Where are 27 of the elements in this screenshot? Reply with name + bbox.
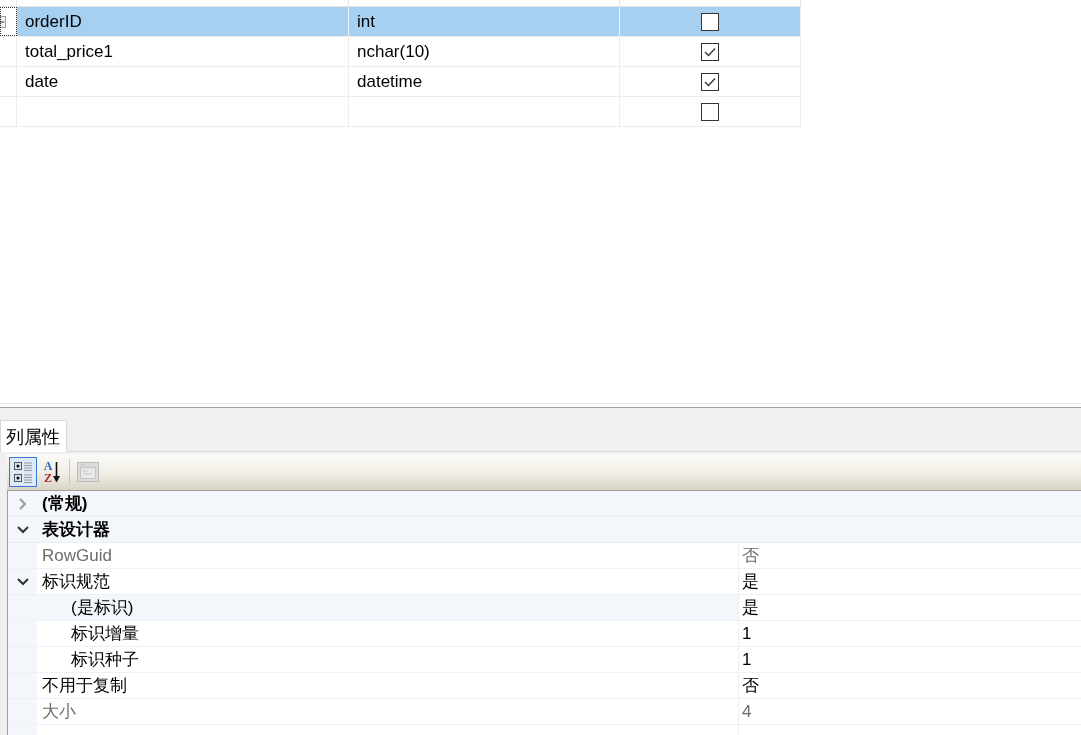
row-marker-icon: [0, 15, 6, 28]
table-row[interactable]: total_price1 nchar(10): [0, 37, 801, 67]
checkbox[interactable]: [701, 12, 719, 31]
table-cell: int: [357, 11, 375, 32]
checkbox[interactable]: [701, 72, 719, 91]
table-row[interactable]: orderID int: [0, 7, 801, 37]
category-name: (常规): [41, 493, 88, 515]
categorized-view-button[interactable]: [9, 457, 37, 487]
sort-alphabetical-button[interactable]: A Z: [40, 457, 64, 487]
chevron-down-icon[interactable]: [16, 577, 29, 586]
row-header[interactable]: [0, 7, 17, 36]
chevron-down-icon[interactable]: [16, 525, 29, 534]
down-arrow-icon: [53, 461, 61, 483]
tab[interactable]: 列属性: [0, 420, 67, 452]
table-row[interactable]: date datetime: [0, 67, 801, 97]
chevron-right-icon[interactable]: [18, 497, 27, 510]
category-list-icon: [13, 460, 33, 484]
checkbox[interactable]: [701, 102, 719, 121]
property-name[interactable]: (是标识): [37, 595, 738, 620]
property-pages-icon: [77, 462, 99, 482]
checkbox[interactable]: [701, 42, 719, 61]
table-cell: nchar(10): [357, 41, 430, 62]
table-cell: datetime: [357, 71, 423, 92]
table-cell: date: [25, 71, 59, 92]
table-cell: total_price1: [25, 41, 113, 62]
table-cell: orderID: [25, 11, 82, 32]
category-name: 表设计器: [41, 519, 110, 541]
